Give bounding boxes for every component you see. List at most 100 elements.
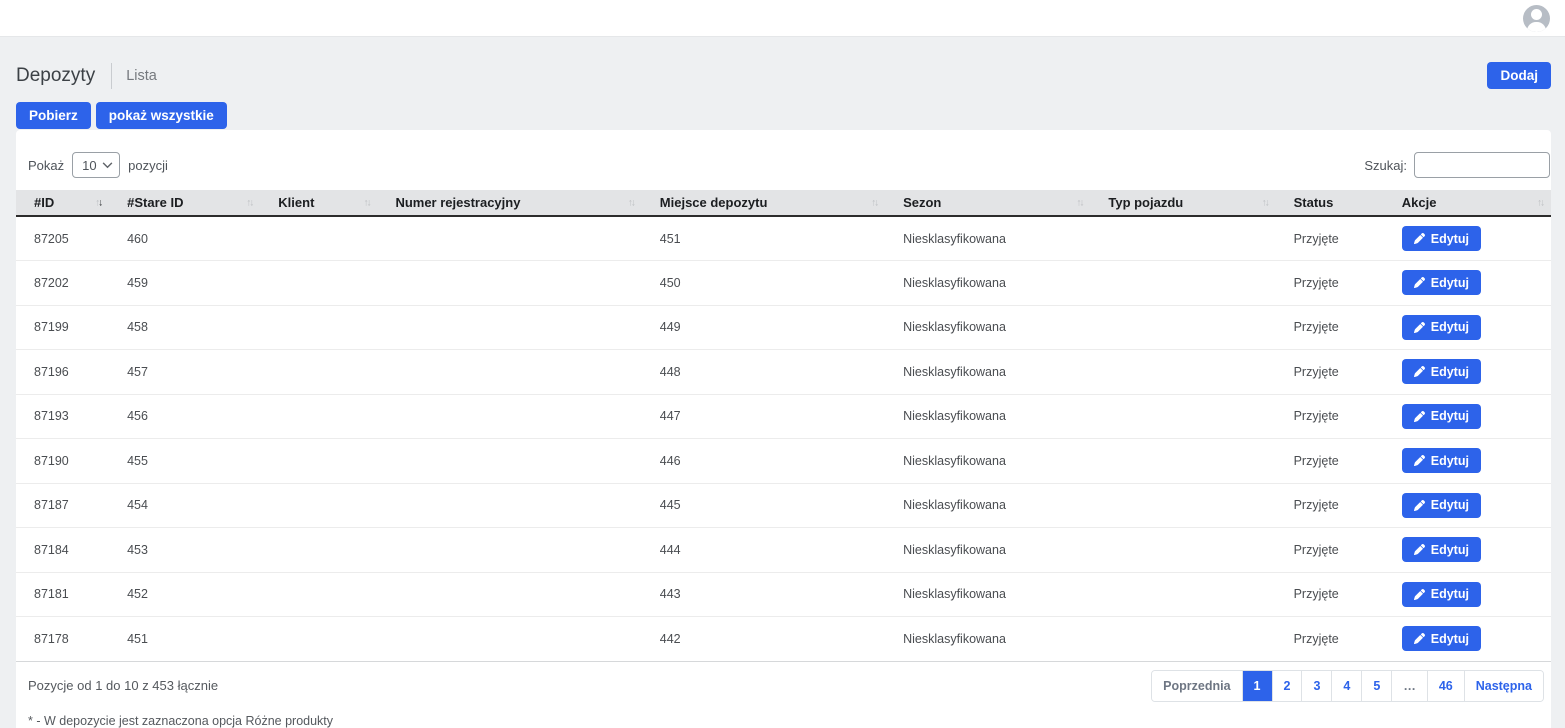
cell-klient [260,394,377,439]
edit-button[interactable]: Edytuj [1402,537,1481,562]
cell-id: 87199 [16,305,109,350]
column-label: Sezon [903,195,941,210]
column-header-8[interactable]: Akcje ↑↓ [1384,190,1551,216]
show-all-button[interactable]: pokaż wszystkie [96,102,227,129]
avatar-head-shape [1531,9,1542,20]
pencil-icon [1414,544,1425,555]
cell-typ-pojazdu [1090,483,1275,528]
cell-akcje: Edytuj [1384,305,1551,350]
pencil-icon [1414,455,1425,466]
pagination-prev-button[interactable]: Poprzednia [1152,671,1241,701]
pagination-page-3[interactable]: 3 [1301,671,1331,701]
table-row: 87190455446NiesklasyfikowanaPrzyjęteEdyt… [16,439,1551,484]
column-header-4[interactable]: Miejsce depozytu↑↓ [642,190,885,216]
search-control: Szukaj: [1364,152,1550,178]
cell-id: 87190 [16,439,109,484]
cell-id: 87205 [16,216,109,261]
cell-status: Przyjęte [1276,483,1384,528]
cell-numer-rejestracyjny [377,572,641,617]
cell-sezon: Niesklasyfikowana [885,261,1090,306]
pagination-page-1[interactable]: 1 [1242,671,1272,701]
title-divider [111,63,112,89]
edit-button-label: Edytuj [1431,543,1469,557]
breadcrumb: Lista [126,68,157,84]
edit-button[interactable]: Edytuj [1402,626,1481,651]
column-header-6[interactable]: Typ pojazdu↑↓ [1090,190,1275,216]
column-label: Klient [278,195,314,210]
cell-stare-id: 452 [109,572,260,617]
cell-sezon: Niesklasyfikowana [885,350,1090,395]
cell-klient [260,439,377,484]
cell-stare-id: 453 [109,528,260,573]
table-row: 87196457448NiesklasyfikowanaPrzyjęteEdyt… [16,350,1551,395]
download-button[interactable]: Pobierz [16,102,91,129]
edit-button[interactable]: Edytuj [1402,404,1481,429]
cell-stare-id: 459 [109,261,260,306]
edit-button[interactable]: Edytuj [1402,226,1481,251]
column-label: Typ pojazdu [1108,195,1183,210]
table-header-row: #ID↑↓#Stare ID↑↓ Klient ↑↓ Numer rejestracy… [16,190,1551,216]
cell-status: Przyjęte [1276,394,1384,439]
pencil-icon [1414,366,1425,377]
table-footnote: * - W depozycie jest zaznaczona opcja Ró… [16,702,1551,728]
cell-miejsce-depozytu: 450 [642,261,885,306]
sort-icon: ↑↓ [363,197,369,208]
cell-status: Przyjęte [1276,439,1384,484]
pencil-icon [1414,589,1425,600]
column-header-0[interactable]: #ID↑↓ [16,190,109,216]
cell-akcje: Edytuj [1384,528,1551,573]
cell-status: Przyjęte [1276,216,1384,261]
cell-stare-id: 451 [109,617,260,662]
sort-icon: ↑↓ [1537,197,1543,208]
edit-button[interactable]: Edytuj [1402,448,1481,473]
pagination-page-4[interactable]: 4 [1331,671,1361,701]
cell-klient [260,617,377,662]
cell-id: 87178 [16,617,109,662]
cell-stare-id: 457 [109,350,260,395]
page-size-select[interactable]: 10 [72,152,120,178]
page-header: Depozyty Lista Dodaj [16,62,1551,89]
cell-id: 87181 [16,572,109,617]
column-header-3[interactable]: Numer rejestracyjny↑↓ [377,190,641,216]
edit-button[interactable]: Edytuj [1402,315,1481,340]
pagination-page-5[interactable]: 5 [1361,671,1391,701]
cell-sezon: Niesklasyfikowana [885,572,1090,617]
cell-akcje: Edytuj [1384,572,1551,617]
column-header-5[interactable]: Sezon↑↓ [885,190,1090,216]
cell-id: 87184 [16,528,109,573]
column-header-2[interactable]: Klient ↑↓ [260,190,377,216]
column-label: Akcje [1402,195,1437,210]
cell-numer-rejestracyjny [377,305,641,350]
column-label: Numer rejestracyjny [395,195,520,210]
add-button[interactable]: Dodaj [1487,62,1551,89]
cell-klient [260,216,377,261]
column-header-1[interactable]: #Stare ID↑↓ [109,190,260,216]
cell-sezon: Niesklasyfikowana [885,439,1090,484]
pagination-next-button[interactable]: Następna [1464,671,1543,701]
pencil-icon [1414,633,1425,644]
search-input[interactable] [1414,152,1550,178]
cell-typ-pojazdu [1090,528,1275,573]
edit-button[interactable]: Edytuj [1402,270,1481,295]
pagination: Poprzednia12345…46Następna [1151,670,1544,702]
cell-klient [260,572,377,617]
cell-akcje: Edytuj [1384,439,1551,484]
pagination-page-2[interactable]: 2 [1272,671,1302,701]
edit-button-label: Edytuj [1431,232,1469,246]
cell-status: Przyjęte [1276,305,1384,350]
cell-typ-pojazdu [1090,216,1275,261]
edit-button-label: Edytuj [1431,454,1469,468]
edit-button[interactable]: Edytuj [1402,582,1481,607]
pagination-page-46[interactable]: 46 [1427,671,1464,701]
table-row: 87193456447NiesklasyfikowanaPrzyjęteEdyt… [16,394,1551,439]
top-navbar [0,0,1565,37]
user-avatar-icon[interactable] [1523,5,1550,32]
cell-sezon: Niesklasyfikowana [885,305,1090,350]
table-row: 87178451442NiesklasyfikowanaPrzyjęteEdyt… [16,617,1551,662]
cell-miejsce-depozytu: 449 [642,305,885,350]
table-info: Pozycje od 1 do 10 z 453 łącznie [28,678,218,693]
cell-id: 87202 [16,261,109,306]
edit-button[interactable]: Edytuj [1402,493,1481,518]
toolbar: Pobierz pokaż wszystkie [16,102,1551,129]
edit-button[interactable]: Edytuj [1402,359,1481,384]
